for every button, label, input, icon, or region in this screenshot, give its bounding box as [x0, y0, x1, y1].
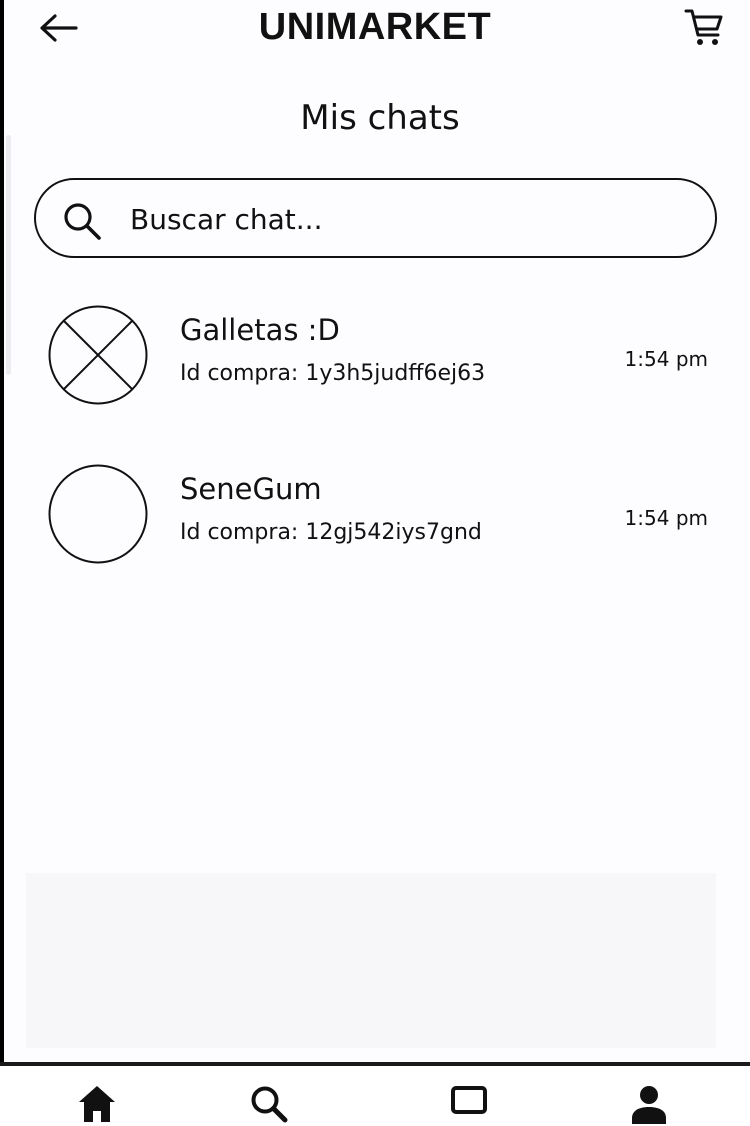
page-title: Mis chats	[300, 98, 460, 138]
avatar	[48, 464, 148, 564]
nav-home[interactable]	[73, 1084, 121, 1126]
square-icon	[451, 1086, 487, 1114]
empty-panel	[26, 873, 716, 1048]
search-icon	[251, 1086, 288, 1123]
bottom-nav	[0, 1066, 750, 1125]
chat-item[interactable]: Galletas :D Id compra: 1y3h5judff6ej63 1…	[30, 303, 730, 423]
nav-search[interactable]	[245, 1084, 293, 1126]
chat-purchase-id: Id compra: 1y3h5judff6ej63	[180, 361, 486, 386]
search-input[interactable]	[130, 200, 670, 238]
search-icon[interactable]	[62, 201, 102, 241]
scrollbar[interactable]	[6, 135, 11, 375]
app-title: UNIMARKET	[258, 6, 492, 48]
chat-time: 1:54 pm	[624, 506, 708, 530]
shopping-cart-icon	[684, 9, 723, 45]
chat-purchase-id: Id compra: 12gj542iys7gnd	[180, 520, 482, 545]
screen-edge	[0, 0, 4, 1125]
chat-time: 1:54 pm	[624, 347, 708, 371]
nav-square[interactable]	[445, 1084, 493, 1126]
nav-profile[interactable]	[625, 1084, 673, 1126]
chat-name: SeneGum	[180, 472, 322, 506]
chat-name: Galletas :D	[180, 313, 340, 347]
image-placeholder-icon	[48, 305, 148, 405]
chat-item[interactable]: SeneGum Id compra: 12gj542iys7gnd 1:54 p…	[30, 462, 730, 582]
cart-button[interactable]	[680, 4, 728, 50]
home-icon	[79, 1086, 115, 1122]
user-icon	[632, 1086, 666, 1124]
search-bar[interactable]	[34, 178, 717, 258]
